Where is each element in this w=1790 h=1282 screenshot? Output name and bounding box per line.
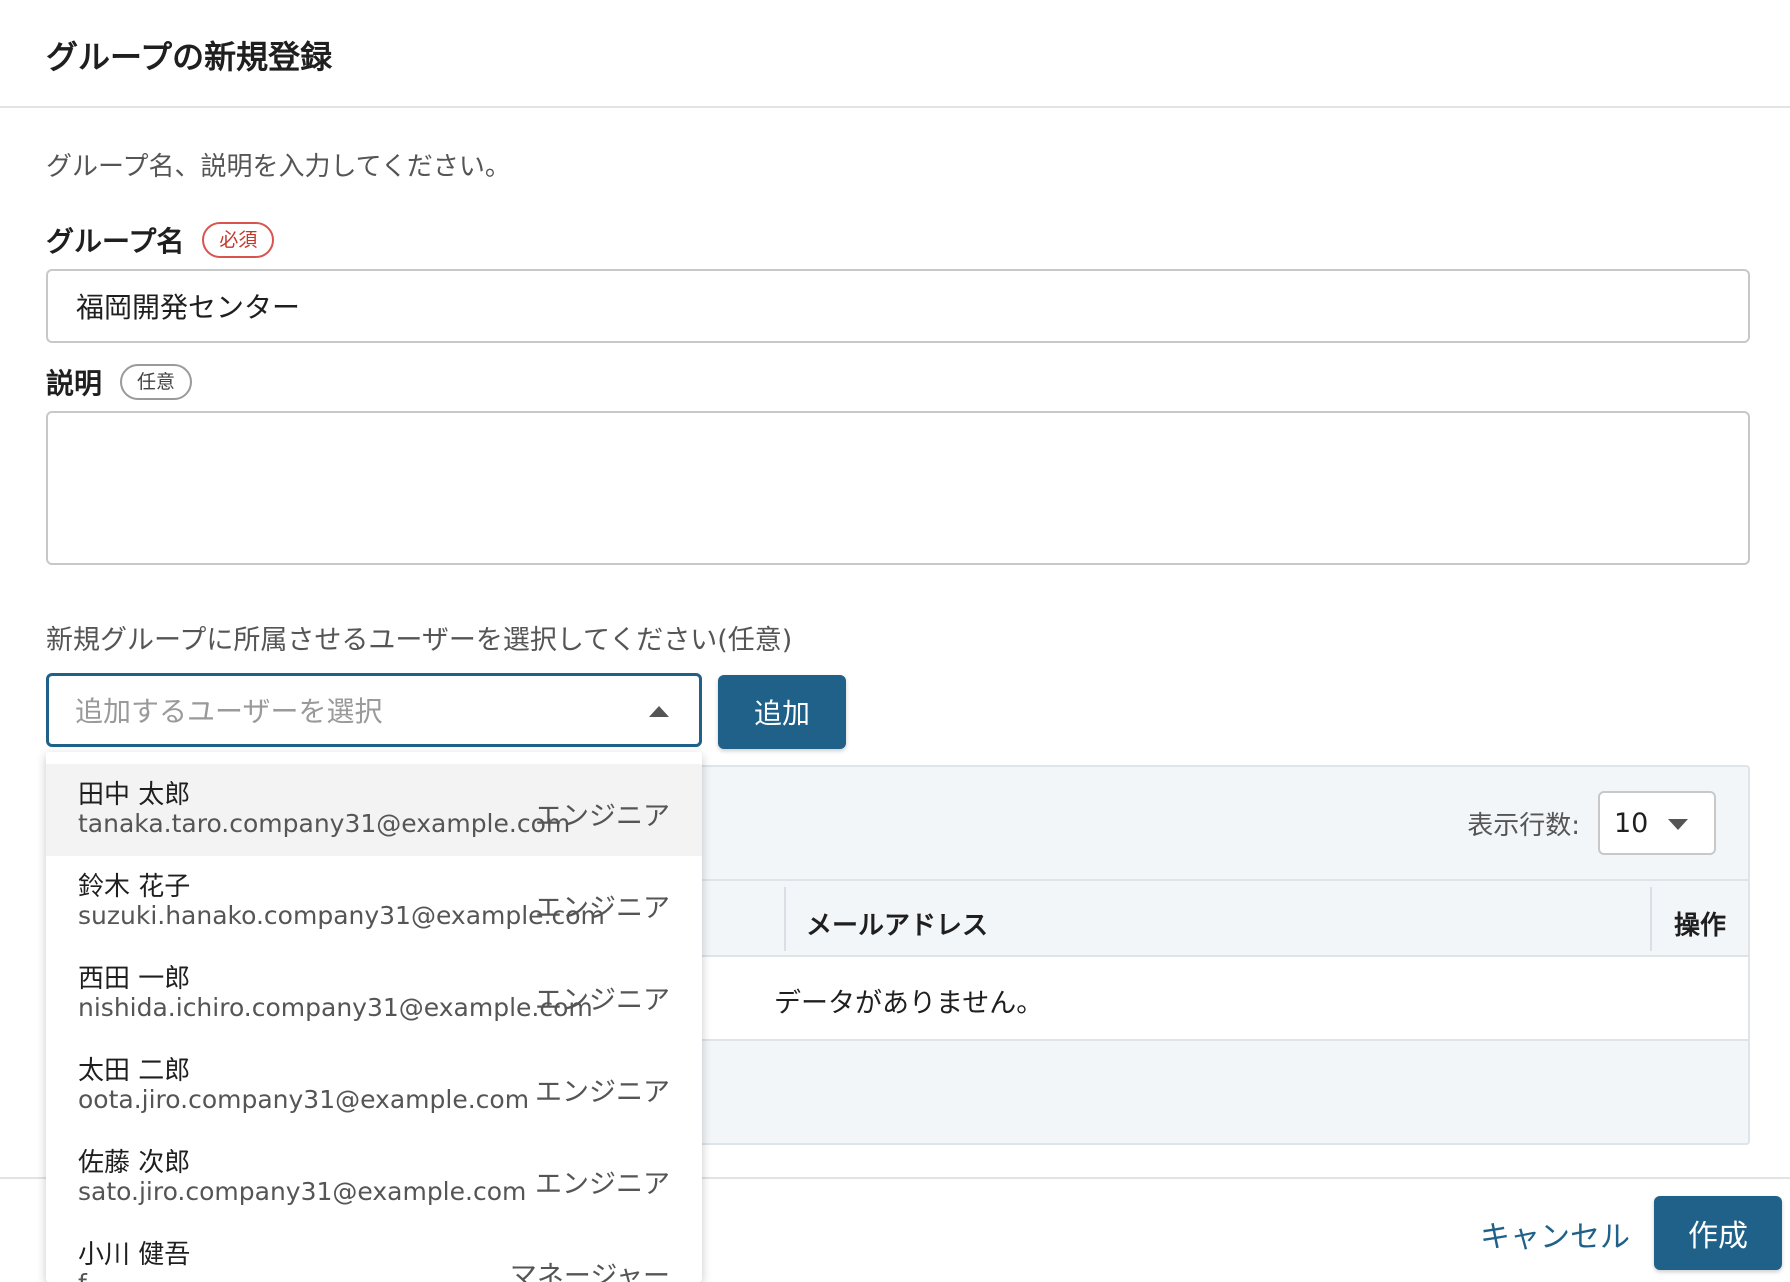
dialog-header: グループの新規登録 (0, 0, 1790, 108)
assign-users-instructions: 新規グループに所属させるユーザーを選択してください(任意) (46, 625, 793, 656)
user-select[interactable]: 追加するユーザーを選択 (46, 673, 702, 747)
user-select-placeholder: 追加するユーザーを選択 (75, 695, 383, 728)
user-option-email: tanaka.taro.company31@example.com (78, 809, 571, 838)
user-option[interactable]: 太田 二郎 oota.jiro.company31@example.com エン… (46, 1040, 702, 1132)
user-option-email: f... (78, 1269, 109, 1282)
user-option-name: 太田 二郎 (78, 1056, 191, 1086)
description-label: 説明 (46, 367, 103, 400)
group-name-label-row: グループ名 必須 (46, 220, 275, 260)
caret-up-icon (649, 706, 669, 717)
table-empty-row: データがありません。 (662, 957, 1748, 1041)
user-option-role: エンジニア (535, 985, 670, 1016)
user-option-role: マネージャー (509, 1261, 670, 1282)
group-name-input[interactable]: 福岡開発センター (46, 269, 1750, 343)
dialog-title: グループの新規登録 (46, 38, 333, 76)
form-instructions: グループ名、説明を入力してください。 (46, 152, 511, 182)
rows-per-page-select[interactable]: 10 (1598, 791, 1716, 855)
description-textarea[interactable] (46, 411, 1750, 565)
user-option-name: 鈴木 花子 (78, 872, 191, 902)
create-button[interactable]: 作成 (1654, 1196, 1782, 1270)
column-divider (784, 887, 786, 951)
chevron-down-icon (1668, 819, 1688, 830)
empty-message: データがありません。 (774, 988, 1044, 1019)
user-option-role: エンジニア (535, 801, 670, 832)
members-table-panel: 表示行数: 10 メールアドレス 操作 データがありません。 (660, 765, 1750, 1145)
group-name-label: グループ名 (46, 225, 185, 258)
required-badge: 必須 (202, 222, 275, 258)
user-option-email: nishida.ichiro.company31@example.com (78, 993, 593, 1022)
user-option-role: エンジニア (535, 1077, 670, 1108)
table-header: メールアドレス 操作 (662, 879, 1748, 957)
column-header-action: 操作 (1674, 911, 1727, 941)
column-header-email: メールアドレス (806, 911, 989, 941)
user-dropdown-list: 田中 太郎 tanaka.taro.company31@example.com … (46, 752, 702, 1282)
rows-per-page-label: 表示行数: (1467, 811, 1580, 841)
user-option-role: エンジニア (535, 1169, 670, 1200)
user-option-role: エンジニア (535, 893, 670, 924)
user-option-email: sato.jiro.company31@example.com (78, 1177, 527, 1206)
user-option[interactable]: 佐藤 次郎 sato.jiro.company31@example.com エン… (46, 1132, 702, 1224)
user-option[interactable]: 西田 一郎 nishida.ichiro.company31@example.c… (46, 948, 702, 1040)
user-option-name: 佐藤 次郎 (78, 1148, 191, 1178)
description-label-row: 説明 任意 (46, 362, 193, 402)
user-option[interactable]: 鈴木 花子 suzuki.hanako.company31@example.co… (46, 856, 702, 948)
user-option-name: 田中 太郎 (78, 780, 191, 810)
cancel-button[interactable]: キャンセル (1480, 1212, 1630, 1256)
user-option-email: suzuki.hanako.company31@example.com (78, 901, 605, 930)
user-option[interactable]: 小川 健吾 f... マネージャー (46, 1224, 702, 1282)
user-option-email: oota.jiro.company31@example.com (78, 1085, 530, 1114)
optional-badge: 任意 (120, 364, 193, 400)
column-divider (1650, 887, 1652, 951)
add-user-button[interactable]: 追加 (718, 675, 846, 749)
user-option-name: 西田 一郎 (78, 964, 191, 994)
user-option-name: 小川 健吾 (78, 1240, 191, 1270)
user-option[interactable]: 田中 太郎 tanaka.taro.company31@example.com … (46, 764, 702, 856)
rows-per-page-value: 10 (1614, 807, 1649, 839)
